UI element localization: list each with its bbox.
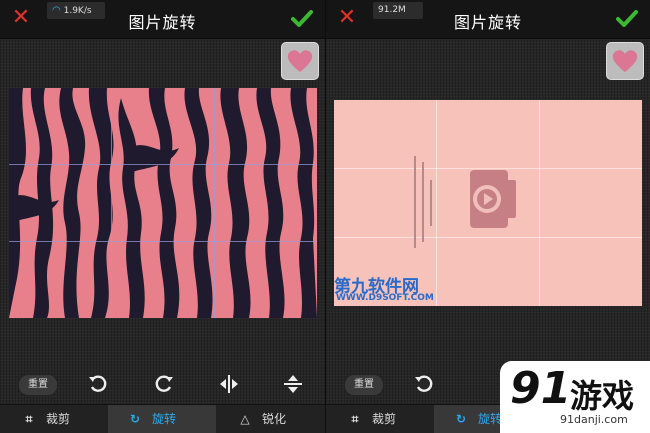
favorite-button[interactable] xyxy=(606,42,644,80)
logo-number: 91 xyxy=(510,363,572,414)
image-canvas[interactable] xyxy=(326,82,650,364)
rotate-icon: ↻ xyxy=(129,412,141,426)
heart-icon xyxy=(612,50,638,72)
left-panel: ✕ ◠ 1.9K/s 图片旋转 重置 ⌗ 裁剪 ↻ 旋转 △ 锐化 xyxy=(0,0,325,433)
reset-button[interactable]: 重置 xyxy=(344,374,384,396)
bottom-tab-bar: ⌗ 裁剪 ↻ 旋转 △ 锐化 xyxy=(0,404,325,433)
tab-rotate[interactable]: ↻ 旋转 xyxy=(108,405,216,433)
rotate-icon: ↻ xyxy=(455,412,467,426)
grid-line xyxy=(9,164,317,165)
zebra-image[interactable] xyxy=(9,88,317,318)
tab-sharpen[interactable]: △ 锐化 xyxy=(216,405,325,433)
grid-line xyxy=(539,100,540,306)
top-bar: ✕ 91.2M 图片旋转 xyxy=(326,0,650,39)
triangle-icon: △ xyxy=(240,412,250,426)
camera-icon xyxy=(470,170,516,228)
top-bar: ✕ ◠ 1.9K/s 图片旋转 xyxy=(0,0,325,39)
rotate-right-icon[interactable] xyxy=(152,372,176,396)
logo-text: 游戏 xyxy=(570,377,635,415)
tab-crop[interactable]: ⌗ 裁剪 xyxy=(0,405,108,433)
logo-url: 91danji.com xyxy=(560,413,628,426)
favorite-button[interactable] xyxy=(281,42,319,80)
rotated-caption xyxy=(414,156,432,248)
rotate-left-icon[interactable] xyxy=(86,372,110,396)
watermark-site-url: WWW.D9SOFT.COM xyxy=(336,293,434,303)
tab-crop[interactable]: ⌗ 裁剪 xyxy=(326,405,434,433)
grid-line xyxy=(111,88,112,318)
reset-button[interactable]: 重置 xyxy=(18,374,58,396)
flip-vertical-icon[interactable] xyxy=(281,372,305,396)
tool-row: 重置 xyxy=(0,364,325,404)
crop-icon: ⌗ xyxy=(351,412,359,426)
check-icon[interactable] xyxy=(291,8,313,30)
image-canvas[interactable] xyxy=(0,82,325,364)
heart-icon xyxy=(287,50,313,72)
logo-91-badge: 91 游戏 91danji.com xyxy=(500,361,650,433)
flip-horizontal-icon[interactable] xyxy=(217,372,241,396)
zebra-stripes xyxy=(9,88,317,318)
check-icon[interactable] xyxy=(616,8,638,30)
grid-line xyxy=(9,241,317,242)
grid-line xyxy=(214,88,215,318)
grid-line xyxy=(334,237,642,238)
rotate-left-icon[interactable] xyxy=(412,372,436,396)
crop-icon: ⌗ xyxy=(25,412,33,426)
page-title: 图片旋转 xyxy=(128,13,197,32)
page-title: 图片旋转 xyxy=(453,13,522,32)
